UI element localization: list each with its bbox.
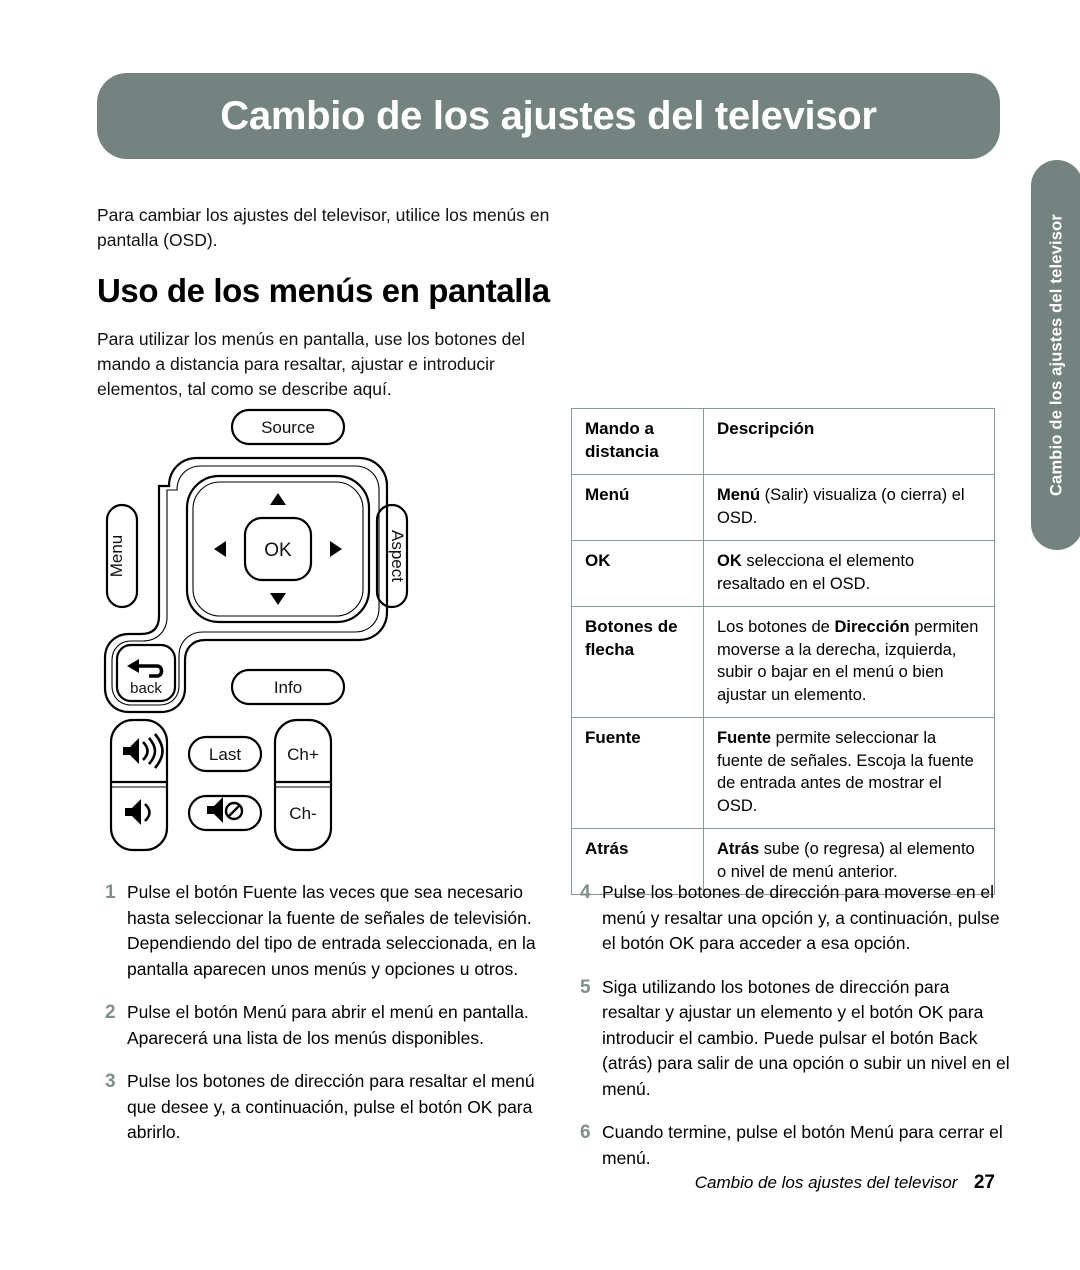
page-title: Cambio de los ajustes del televisor xyxy=(220,93,877,138)
emphasis-term: Atrás xyxy=(717,840,760,858)
volume-up-icon xyxy=(123,733,164,769)
step-number: 2 xyxy=(105,1002,116,1023)
step-number: 4 xyxy=(580,882,591,903)
remote-control-diagram: Source OK Info Last Ch+ Ch- back Menu As… xyxy=(97,400,437,870)
table-header-description: Descripción xyxy=(703,408,995,475)
table-cell-description: OK selecciona el elemento resaltado en e… xyxy=(703,540,995,607)
remote-aspect-label: Aspect xyxy=(388,530,407,582)
dpad-up-arrow xyxy=(270,493,286,505)
step-item: 6 Cuando termine, pulse el botón Menú par… xyxy=(580,1120,1010,1171)
remote-button-reference-table: Mando a distancia Descripción Menú Menú (… xyxy=(571,408,995,895)
step-text: Pulse el botón Menú para abrir el menú e… xyxy=(127,1002,529,1048)
remote-ok-label: OK xyxy=(264,540,292,561)
emphasis-term: Dirección xyxy=(834,618,910,636)
step-number: 3 xyxy=(105,1071,116,1092)
table-row: OK OK selecciona el elemento resaltado en… xyxy=(571,540,995,607)
step-number: 5 xyxy=(580,976,591,998)
dpad-down-arrow xyxy=(270,593,286,605)
emphasis-term: Menú xyxy=(717,486,761,504)
footer-page-number: 27 xyxy=(973,1172,995,1193)
table-cell-description: Los botones de Dirección permiten movers… xyxy=(703,606,995,718)
emphasis-term: Fuente xyxy=(717,729,772,747)
step-item: 4 Pulse los botones de dirección para mov… xyxy=(580,880,1010,957)
table-row: Menú Menú (Salir) visualiza (o cierra) el… xyxy=(571,474,995,541)
step-text: Siga utilizando los botones de dirección… xyxy=(602,976,1010,1099)
step-item: 1 Pulse el botón Fuente las veces que sea… xyxy=(105,880,545,982)
step-item: 3 Pulse los botones de dirección para res… xyxy=(105,1069,545,1146)
section-heading: Uso de los menús en pantalla xyxy=(97,272,550,309)
step-text: Cuando termine, pulse el botón Menú para… xyxy=(602,1122,1003,1168)
intro-paragraph-secondary: Para utilizar los menús en pantalla, use… xyxy=(97,329,526,399)
dpad-right-arrow xyxy=(330,541,342,557)
step-text: Pulse los botones de dirección para resa… xyxy=(127,1071,535,1142)
table-row: Fuente Fuente permite seleccionar la fuen… xyxy=(571,717,995,829)
table-cell-remote-button: Botones de flecha xyxy=(571,606,704,718)
mute-icon xyxy=(207,797,244,823)
page-footer: Cambio de los ajustes del televisor 27 xyxy=(0,1172,995,1194)
remote-back-label: back xyxy=(130,680,162,697)
steps-list-left: 1 Pulse el botón Fuente las veces que sea… xyxy=(105,880,545,1164)
emphasis-term: OK xyxy=(717,552,742,570)
remote-source-label: Source xyxy=(261,418,315,437)
remote-menu-label: Menu xyxy=(107,535,126,578)
step-text: Pulse los botones de dirección para move… xyxy=(602,882,1000,953)
table-cell-description: Menú (Salir) visualiza (o cierra) el OSD… xyxy=(703,474,995,541)
page-header-banner: Cambio de los ajustes del televisor xyxy=(97,73,1000,159)
step-number: 6 xyxy=(580,1122,591,1143)
back-arrow-icon xyxy=(127,659,164,678)
table-cell-description: Fuente permite seleccionar la fuente de … xyxy=(703,717,995,829)
table-cell-remote-button: Menú xyxy=(571,474,704,541)
table-header-remote: Mando a distancia xyxy=(571,408,704,475)
table-row: Botones de flecha Los botones de Direcció… xyxy=(571,606,995,718)
table-header-row: Mando a distancia Descripción xyxy=(571,408,995,475)
table-cell-remote-button: Fuente xyxy=(571,717,704,829)
step-item: 5 Siga utilizando los botones de direcció… xyxy=(580,975,1010,1103)
table-cell-remote-button: OK xyxy=(571,540,704,607)
remote-ch-up-label: Ch+ xyxy=(287,745,319,764)
step-item: 2 Pulse el botón Menú para abrir el menú … xyxy=(105,1000,545,1051)
intro-paragraph: Para cambiar los ajustes del televisor, … xyxy=(97,205,550,250)
dpad-left-arrow xyxy=(214,541,226,557)
remote-info-label: Info xyxy=(274,678,302,697)
step-number: 1 xyxy=(105,882,116,903)
steps-list-right: 4 Pulse los botones de dirección para mov… xyxy=(580,880,1010,1189)
chapter-side-tab: Cambio de los ajustes del televisor xyxy=(1031,160,1080,550)
footer-chapter-title: Cambio de los ajustes del televisor xyxy=(694,1173,958,1192)
step-text: Pulse el botón Fuente las veces que sea … xyxy=(127,882,536,979)
remote-ch-down-label: Ch- xyxy=(289,804,316,823)
chapter-side-tab-label: Cambio de los ajustes del televisor xyxy=(1047,213,1066,497)
volume-down-icon xyxy=(125,799,151,825)
remote-last-label: Last xyxy=(209,745,241,764)
